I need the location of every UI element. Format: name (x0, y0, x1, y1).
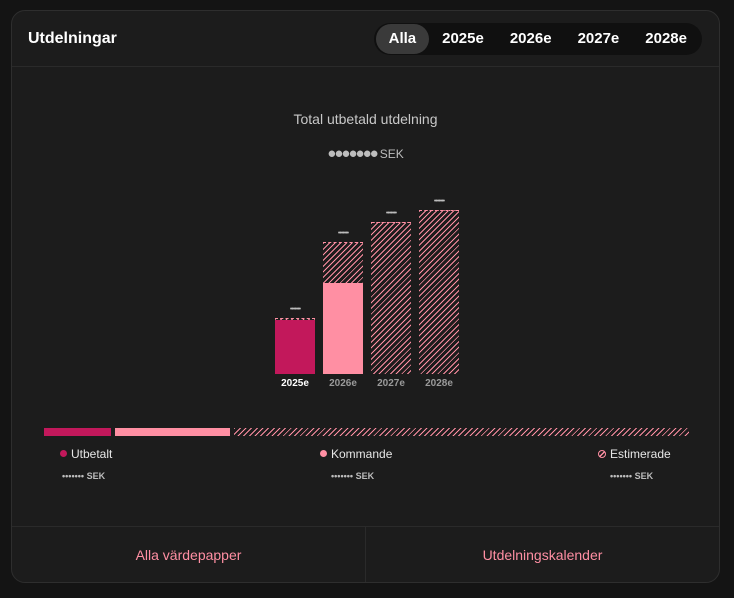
bar-category-label-2027e[interactable]: 2027e (371, 378, 411, 389)
card-footer: Alla värdepapper Utdelningskalender (12, 526, 719, 582)
bar-2027e-estimated[interactable] (371, 221, 411, 374)
legend-estimated-masked: ••••••• (610, 471, 633, 481)
breakdown-bar-upcoming (114, 428, 230, 436)
legend-upcoming-value: ••••••• SEK (331, 471, 374, 481)
bar-value-label-2025e: ••••••• (289, 306, 301, 314)
legend-upcoming: Kommande (320, 447, 392, 461)
legend-estimated-label: Estimerade (610, 447, 671, 461)
breakdown-bar-estimated (233, 428, 689, 436)
legend-estimated-hatch-icon (598, 449, 606, 458)
legend-upcoming-unit: SEK (355, 471, 375, 481)
legend-estimated-value: ••••••• SEK (610, 471, 653, 481)
dividend-bar-chart: ••••••• 2025e ••••••• 2026e ••••••• 2027e ••••… (12, 11, 719, 582)
legend-paid-label: Utbetalt (71, 447, 113, 461)
bar-2025e-paid[interactable] (275, 320, 315, 374)
legend-paid-dot-icon (60, 450, 67, 458)
legend-paid-unit: SEK (86, 471, 106, 481)
legend-estimated-unit: SEK (634, 471, 654, 481)
bar-category-label-2025e[interactable]: 2025e (275, 378, 315, 389)
breakdown-bar-paid (44, 428, 111, 436)
all-securities-link[interactable]: Alla värdepapper (12, 527, 365, 582)
bar-2026e-estimated[interactable] (323, 242, 363, 284)
bar-category-label-2028e[interactable]: 2028e (419, 378, 459, 389)
bar-value-label-2027e: ••••••• (385, 209, 397, 217)
bar-2026e-upcoming[interactable] (323, 283, 363, 374)
bar-2028e-estimated[interactable] (419, 210, 459, 374)
bar-value-label-2026e: ••••••• (337, 230, 349, 238)
bar-value-label-2028e: ••••••• (433, 198, 445, 206)
legend-paid-value: ••••••• SEK (62, 471, 105, 481)
legend-paid: Utbetalt (60, 447, 112, 461)
bar-2025e-estimated[interactable] (275, 318, 315, 321)
legend-estimated: Estimerade (598, 447, 671, 461)
legend-upcoming-label: Kommande (331, 447, 393, 461)
dividends-card: Utdelningar Alla 2025e 2026e 2027e 2028e… (11, 10, 720, 583)
legend-upcoming-dot-icon (320, 450, 327, 458)
dividend-calendar-link[interactable]: Utdelningskalender (365, 527, 719, 582)
bar-category-label-2026e[interactable]: 2026e (323, 378, 363, 389)
legend-paid-masked: ••••••• (62, 471, 85, 481)
legend-upcoming-masked: ••••••• (331, 471, 354, 481)
